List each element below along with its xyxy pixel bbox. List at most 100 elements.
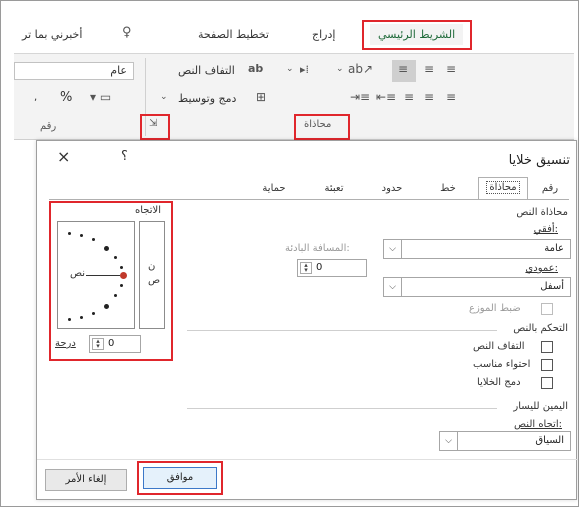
dial-point <box>68 232 71 235</box>
section-divider <box>187 330 497 331</box>
merge-dropdown-arrow-icon[interactable]: ⌄ <box>160 92 168 102</box>
ribbon-tab-bar: أخبرني بما تر ♀ تخطيط الصفحة إدراج الشري… <box>14 14 574 54</box>
tab-insert[interactable]: إدراج <box>312 28 335 41</box>
merge-cells-label: دمج الخلايا <box>477 377 521 388</box>
tab-alignment[interactable]: محاذاة <box>478 177 528 200</box>
indent-dropdown-arrow-icon[interactable]: ⌄ <box>286 64 294 74</box>
tab-protection[interactable]: حماية <box>252 179 296 199</box>
dialog-launcher-icon[interactable]: ⇲ <box>149 118 157 129</box>
tab-protection-label: حماية <box>262 183 286 194</box>
horizontal-alignment-value: عامة <box>544 243 564 254</box>
decrease-indent-button-icon[interactable]: ⇤≡ <box>376 90 396 104</box>
orientation-dropdown-arrow-icon[interactable]: ⌄ <box>336 64 344 74</box>
chevron-down-icon: ⌵ <box>384 278 402 296</box>
tab-number[interactable]: رقم <box>532 179 568 199</box>
orientation-handle[interactable] <box>120 272 127 279</box>
orientation-icon[interactable]: ab↗ <box>348 62 373 76</box>
dial-point <box>120 284 123 287</box>
alignment-group-label: محاذاة <box>304 119 332 130</box>
comma-style-button[interactable]: , <box>34 92 37 103</box>
dial-point <box>92 312 95 315</box>
chevron-down-icon: ⌵ <box>384 240 402 258</box>
dial-point <box>80 316 83 319</box>
dialog-title: تنسيق خلايا <box>508 153 570 168</box>
orientation-section-label: الاتجاه <box>135 205 162 216</box>
lightbulb-icon: ♀ <box>122 25 132 40</box>
indent-spinner[interactable]: ▴ ▾ 0 <box>297 259 367 277</box>
increase-indent-icon[interactable]: ⇥≡ <box>350 90 370 104</box>
tab-font-label: خط <box>440 183 456 194</box>
degrees-spinner[interactable]: ▴ ▾ 0 <box>89 335 141 353</box>
vertical-label: عمودي: <box>525 263 558 274</box>
text-direction-select[interactable]: ⌵ السياق <box>439 431 571 451</box>
number-format-dropdown[interactable]: عام <box>14 62 134 80</box>
highlight-home-tab <box>362 20 472 50</box>
help-icon[interactable]: ؟ <box>121 149 128 164</box>
vertical-text-button[interactable]: ن ص <box>139 221 165 329</box>
merge-cells-checkbox[interactable] <box>541 377 553 389</box>
orientation-dial[interactable]: نص <box>57 221 135 329</box>
number-group-label: رقم <box>40 121 57 132</box>
orientation-sample-text: نص <box>70 268 86 279</box>
shrink-to-fit-label: احتواء مناسب <box>473 359 531 370</box>
degrees-value: 0 <box>108 338 115 349</box>
horizontal-alignment-select[interactable]: ⌵ عامة <box>383 239 571 259</box>
tab-strip-line <box>49 199 569 200</box>
text-control-section-label: التحكم بالنص <box>513 323 568 334</box>
wrap-text-button[interactable]: التفاف النص <box>178 64 235 77</box>
text-alignment-section-label: محاذاة النص <box>516 207 568 218</box>
dial-point-45 <box>104 246 109 251</box>
justify-distributed-checkbox[interactable] <box>541 303 553 315</box>
chevron-down-icon: ⌵ <box>440 432 458 450</box>
dial-point <box>92 238 95 241</box>
spinner-arrows-icon[interactable]: ▴ ▾ <box>92 338 104 350</box>
number-format-value: عام <box>110 64 127 77</box>
text-direction-value: السياق <box>535 435 564 446</box>
tab-page-layout[interactable]: تخطيط الصفحة <box>198 28 269 41</box>
percent-style-button[interactable]: % <box>60 90 72 105</box>
vertical-alignment-value: أسفل <box>540 281 564 292</box>
dial-point <box>68 318 71 321</box>
align-top-icon[interactable]: ≡ <box>446 62 456 76</box>
tab-fill[interactable]: تعبئة <box>314 179 354 199</box>
tab-alignment-label: محاذاة <box>486 181 520 194</box>
wrap-text-label: التفاف النص <box>473 341 525 352</box>
indent-label: المسافة البادئة: <box>285 243 350 254</box>
merge-cells-icon: ⊞ <box>256 90 267 104</box>
degrees-label: درجة <box>55 338 76 349</box>
text-direction-label: اتجاه النص: <box>514 419 562 430</box>
merge-center-button[interactable]: دمج وتوسيط <box>178 92 236 105</box>
dial-point <box>120 266 123 269</box>
tab-number-label: رقم <box>541 183 559 194</box>
justify-distributed-label: ضبط الموزع <box>469 303 521 314</box>
align-bottom-icon: ≡ <box>398 62 409 76</box>
wrap-text-icon: ab <box>248 62 264 75</box>
dial-point <box>80 234 83 237</box>
wrap-text-checkbox[interactable] <box>541 341 553 353</box>
horizontal-label: أفقي: <box>533 224 558 235</box>
tab-fill-label: تعبئة <box>324 183 344 194</box>
decrease-indent-icon[interactable]: ▸⁞ <box>300 63 309 76</box>
spinner-arrows-icon[interactable]: ▴ ▾ <box>300 262 312 274</box>
align-left-icon[interactable]: ≡ <box>446 90 456 104</box>
cancel-button[interactable]: إلغاء الأمر <box>45 469 127 491</box>
footer-divider <box>37 459 578 460</box>
tab-border[interactable]: حدود <box>372 179 412 199</box>
tab-font[interactable]: خط <box>428 179 468 199</box>
tell-me-box[interactable]: أخبرني بما تر <box>22 28 82 41</box>
close-icon[interactable]: × <box>57 147 70 166</box>
shrink-to-fit-checkbox[interactable] <box>541 359 553 371</box>
vertical-text-label: ن ص <box>148 261 161 286</box>
format-cells-dialog: تنسيق خلايا × ؟ رقم محاذاة خط حدود تعبئة… <box>36 140 578 500</box>
align-middle-icon[interactable]: ≡ <box>424 62 434 76</box>
indent-value: 0 <box>316 262 323 273</box>
section-divider <box>187 408 497 409</box>
align-right-icon[interactable]: ≡ <box>404 90 414 104</box>
align-center-icon[interactable]: ≡ <box>424 90 434 104</box>
accounting-format-icon[interactable]: ▾ ▭ <box>90 90 111 104</box>
rtl-section-label: اليمين لليسار <box>513 401 568 412</box>
dial-point <box>114 294 117 297</box>
tab-border-label: حدود <box>381 183 403 194</box>
vertical-alignment-select[interactable]: ⌵ أسفل <box>383 277 571 297</box>
ok-button[interactable]: موافق <box>143 467 217 489</box>
